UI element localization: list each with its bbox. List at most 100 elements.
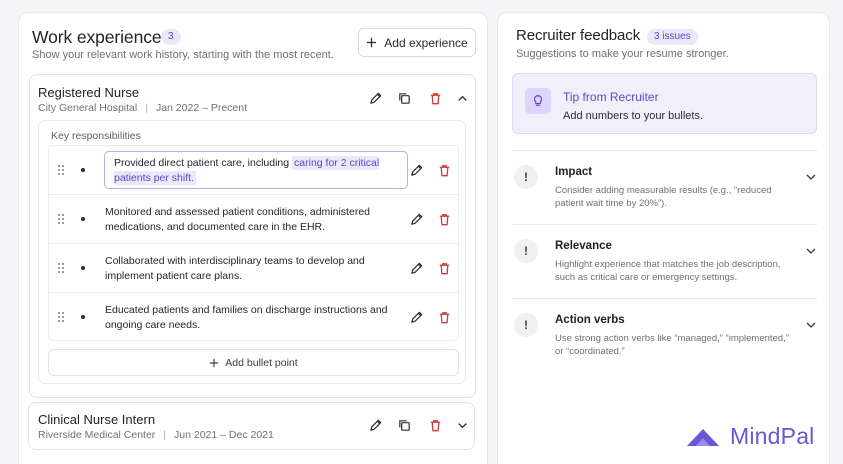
trash-icon [439, 213, 449, 225]
drag-handle-icon[interactable] [57, 213, 65, 225]
bullet-item: Educated patients and families on discha… [49, 293, 458, 342]
recruiter-tip: Tip from Recruiter Add numbers to your b… [512, 73, 817, 134]
work-experience-subtitle: Show your relevant work history, startin… [32, 49, 334, 61]
experience-employer: Riverside Medical Center [38, 429, 156, 441]
bullet-dot [81, 168, 85, 172]
feedback-item-impact[interactable]: ! Impact Consider adding measurable resu… [512, 150, 817, 224]
edit-bullet-button[interactable] [408, 162, 424, 178]
delete-bullet-button[interactable] [436, 162, 452, 178]
bullet-text: Provided direct patient care, including … [114, 156, 399, 186]
bullet-text[interactable]: Collaborated with interdisciplinary team… [105, 254, 395, 284]
drag-handle-icon[interactable] [57, 311, 65, 323]
chevron-up-icon [457, 95, 467, 101]
recruiter-feedback-panel: Recruiter feedback 3 issues Suggestions … [497, 12, 830, 464]
trash-icon [439, 262, 449, 274]
bullet-list: Provided direct patient care, including … [48, 145, 459, 341]
alert-icon: ! [514, 165, 538, 189]
feedback-title: Recruiter feedback [516, 27, 641, 44]
feedback-item-text: Highlight experience that matches the jo… [555, 259, 781, 283]
delete-bullet-button[interactable] [436, 309, 452, 325]
delete-bullet-button[interactable] [436, 260, 452, 276]
experience-role: Registered Nurse [38, 85, 140, 100]
trash-icon [430, 419, 440, 431]
bullet-text[interactable]: Educated patients and families on discha… [105, 303, 395, 333]
experience-employer: City General Hospital [38, 102, 138, 114]
expand-experience-button[interactable] [454, 417, 470, 433]
drag-handle-icon[interactable] [57, 164, 65, 176]
feedback-item-title: Relevance [555, 240, 612, 252]
issues-badge: 3 issues [647, 29, 698, 45]
edit-bullet-button[interactable] [408, 309, 424, 325]
brand-name: MindPal [730, 423, 815, 449]
feedback-item-text: Use strong action verbs like “managed,” … [555, 333, 789, 357]
plus-icon [367, 37, 377, 48]
delete-bullet-button[interactable] [436, 211, 452, 227]
pencil-icon [410, 262, 422, 274]
edit-bullet-button[interactable] [408, 260, 424, 276]
experience-dates: Jan 2022 – Precent [155, 102, 248, 114]
meta-separator: | [145, 102, 148, 114]
duplicate-experience-button[interactable] [396, 417, 412, 433]
pencil-icon [410, 213, 422, 225]
trash-icon [439, 164, 449, 176]
feedback-item-action-verbs[interactable]: ! Action verbs Use strong action verbs l… [512, 298, 817, 372]
experience-count-badge: 3 [161, 29, 181, 45]
edit-experience-button[interactable] [367, 90, 383, 106]
feedback-subtitle: Suggestions to make your resume stronger… [516, 48, 729, 60]
edit-bullet-button[interactable] [408, 211, 424, 227]
bullet-item: Monitored and assessed patient condition… [49, 195, 458, 244]
duplicate-experience-button[interactable] [396, 90, 412, 106]
copy-icon [398, 419, 410, 431]
experience-meta: Riverside Medical Center | Jun 2021 – De… [38, 429, 274, 441]
bullet-dot [81, 266, 85, 270]
delete-experience-button[interactable] [427, 90, 443, 106]
bullet-edit-field[interactable]: Provided direct patient care, including … [104, 151, 408, 189]
pencil-icon [369, 419, 381, 431]
chevron-down-icon[interactable] [805, 319, 817, 331]
responsibilities-label: Key responsibilities [51, 130, 141, 142]
copy-icon [398, 92, 410, 104]
add-experience-label: Add experience [384, 35, 468, 50]
bullet-dot [81, 315, 85, 319]
add-experience-button[interactable]: Add experience [358, 28, 476, 57]
pencil-icon [410, 311, 422, 323]
tip-text: Add numbers to your bullets. [563, 110, 704, 122]
alert-icon: ! [514, 239, 538, 263]
bullet-text[interactable]: Monitored and assessed patient condition… [105, 205, 395, 235]
delete-experience-button[interactable] [427, 417, 443, 433]
experience-card: Clinical Nurse Intern Riverside Medical … [28, 402, 475, 450]
lightbulb-icon [525, 88, 551, 114]
experience-meta: City General Hospital | Jan 2022 – Prece… [38, 102, 247, 114]
bullet-text-plain: Provided direct patient care, including [114, 157, 293, 169]
plus-icon [210, 358, 219, 367]
feedback-item-title: Impact [555, 166, 593, 178]
collapse-experience-button[interactable] [454, 90, 470, 106]
experience-role: Clinical Nurse Intern [38, 412, 156, 427]
mindpal-logo: MindPal [685, 423, 815, 450]
tip-title: Tip from Recruiter [563, 90, 659, 104]
chevron-down-icon[interactable] [805, 171, 817, 183]
add-bullet-label: Add bullet point [225, 356, 298, 369]
bullet-item: Collaborated with interdisciplinary team… [49, 244, 458, 293]
pencil-icon [410, 164, 422, 176]
add-bullet-button[interactable]: Add bullet point [48, 349, 459, 376]
bullet-dot [81, 217, 85, 221]
chevron-down-icon[interactable] [805, 245, 817, 257]
responsibilities-section: Key responsibilities Provided direct pat… [38, 120, 466, 384]
pencil-icon [369, 92, 381, 104]
bullet-item: Provided direct patient care, including … [49, 146, 458, 195]
chevron-down-icon [457, 422, 467, 428]
feedback-item-text: Consider adding measurable results (e.g.… [555, 185, 772, 209]
edit-experience-button[interactable] [367, 417, 383, 433]
trash-icon [430, 92, 440, 104]
alert-icon: ! [514, 313, 538, 337]
experience-dates: Jun 2021 – Dec 2021 [174, 429, 274, 441]
work-experience-title: Work experience [32, 27, 162, 47]
trash-icon [439, 311, 449, 323]
experience-card: Registered Nurse City General Hospital |… [19, 73, 478, 398]
feedback-item-relevance[interactable]: ! Relevance Highlight experience that ma… [512, 224, 817, 298]
drag-handle-icon[interactable] [57, 262, 65, 274]
meta-separator: | [163, 429, 167, 441]
mindpal-logo-icon [687, 428, 719, 446]
feedback-item-title: Action verbs [555, 314, 625, 326]
